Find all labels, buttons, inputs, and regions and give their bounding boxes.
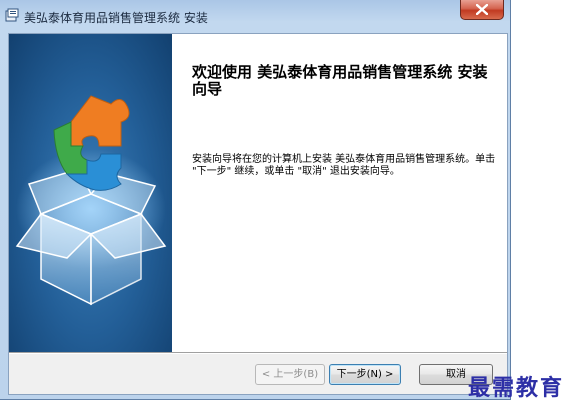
next-button[interactable]: 下一步(N) > <box>329 364 401 385</box>
button-separator <box>9 352 507 354</box>
close-button[interactable] <box>460 0 504 20</box>
wizard-body: 欢迎使用 美弘泰体育用品销售管理系统 安装向导 安装向导将在您的计算机上安装 美… <box>8 33 508 395</box>
installer-icon <box>5 8 19 22</box>
back-button[interactable]: < 上一步(B) <box>255 364 325 385</box>
window-title: 美弘泰体育用品销售管理系统 安装 <box>24 11 208 25</box>
watermark-text: 最需教育 <box>468 375 565 401</box>
close-icon <box>476 4 488 15</box>
installer-window: 美弘泰体育用品销售管理系统 安装 欢迎使用 美弘泰体育用品销售管理系统 安装向导… <box>0 0 511 400</box>
puzzle-box-illustration <box>15 95 167 306</box>
title-bar[interactable]: 美弘泰体育用品销售管理系统 安装 <box>0 0 511 30</box>
welcome-heading: 欢迎使用 美弘泰体育用品销售管理系统 安装向导 <box>192 63 488 98</box>
welcome-description: 安装向导将在您的计算机上安装 美弘泰体育用品销售管理系统。单击 "下一步" 继续… <box>192 154 496 177</box>
wizard-content: 欢迎使用 美弘泰体育用品销售管理系统 安装向导 安装向导将在您的计算机上安装 美… <box>172 34 507 352</box>
wizard-banner <box>9 34 172 352</box>
